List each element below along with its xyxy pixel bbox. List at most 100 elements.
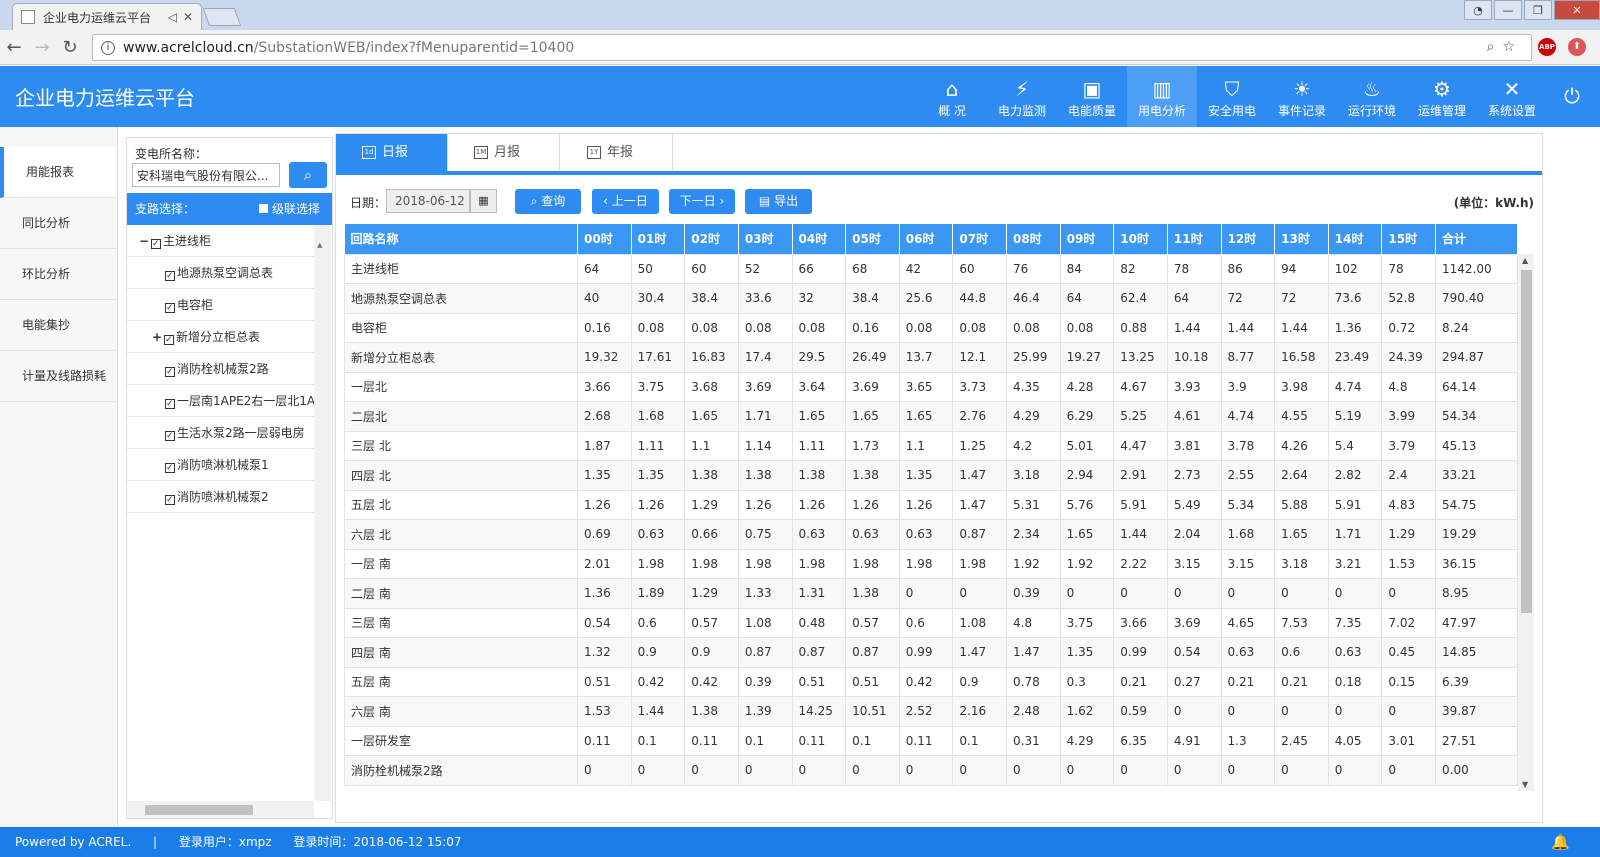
energy-value-cell: 1.71: [737, 401, 793, 432]
reload-icon[interactable]: ↻: [56, 37, 84, 58]
tree-node[interactable]: ✓ 一层南1APE2右一层北1A: [127, 385, 314, 417]
new-tab-button[interactable]: [202, 8, 242, 26]
forward-arrow-icon[interactable]: →: [28, 37, 56, 58]
table-row[interactable]: 二层北 2.68 1.68 1.65 1.71 1.65 1.65 1.65 2.76 4.29 6…: [344, 401, 1518, 432]
tree-horizontal-scrollbar[interactable]: [127, 801, 314, 818]
zoom-search-icon[interactable]: ⌕: [1487, 39, 1503, 55]
table-row[interactable]: 一层 南 2.01 1.98 1.98 1.98 1.98 1.98 1.98 1.98 1.92…: [344, 548, 1518, 579]
scroll-up-icon[interactable]: ▲: [1522, 256, 1528, 265]
table-row[interactable]: 五层 北 1.26 1.26 1.29 1.26 1.26 1.26 1.26 1.47 5.31…: [344, 489, 1518, 520]
checkbox-icon[interactable]: ✓: [165, 367, 175, 377]
table-row[interactable]: 新增分立柜总表 19.32 17.61 16.83 17.4 29.5 26.49 13.7 1…: [344, 342, 1518, 373]
nav-usage-analysis[interactable]: ▥ 用电分析: [1127, 66, 1197, 127]
nav-system-settings[interactable]: ✕ 系统设置: [1477, 66, 1547, 127]
checkbox-icon[interactable]: ✓: [165, 463, 175, 473]
energy-value-cell: 0: [1274, 696, 1329, 727]
nav-event-log[interactable]: ☀ 事件记录: [1267, 66, 1337, 127]
window-close-button[interactable]: ✕: [1554, 0, 1600, 20]
tree-node[interactable]: ✓ 生活水泵2路一层弱电房: [127, 417, 314, 449]
prev-day-button[interactable]: ‹ 上一日: [592, 189, 659, 214]
checkbox-icon[interactable]: ✓: [165, 271, 175, 281]
table-row[interactable]: 三层 南 0.54 0.6 0.57 1.08 0.48 0.57 0.6 1.08 4.8 3.7…: [344, 607, 1518, 638]
nav-electrical-safety[interactable]: ⛉ 安全用电: [1197, 66, 1267, 127]
sidebar-item-energy-report[interactable]: 用能报表: [0, 147, 117, 198]
tree-node[interactable]: + ✓ 新增分立柜总表: [127, 321, 314, 353]
table-row[interactable]: 四层 南 1.32 0.9 0.9 0.87 0.87 0.87 0.99 1.47 1.47 1.…: [344, 637, 1518, 668]
bell-icon[interactable]: 🔔: [1551, 827, 1570, 857]
sidebar-item-yoy[interactable]: 同比分析: [0, 198, 117, 249]
table-row[interactable]: 消防栓机械泵2路 0 0 0 0 0 0 0 0 0 0 0 0 0 0 0 0 0.00: [344, 755, 1518, 786]
browser-tab[interactable]: 企业电力运维云平台 ◁ ✕: [12, 3, 202, 30]
checkbox-icon[interactable]: ✓: [165, 431, 175, 441]
tree-node[interactable]: ✓ 地源热泵空调总表: [127, 257, 314, 289]
table-row[interactable]: 三层 北 1.87 1.11 1.1 1.14 1.11 1.73 1.1 1.25 4.2 5.0…: [344, 430, 1518, 461]
energy-value-cell: 0.57: [845, 607, 900, 638]
expand-icon[interactable]: +: [152, 321, 164, 352]
table-row[interactable]: 一层研发室 0.11 0.1 0.11 0.1 0.11 0.1 0.11 0.1 0.31 4.2…: [344, 725, 1518, 756]
nav-environment[interactable]: ♨ 运行环境: [1337, 66, 1407, 127]
checkbox-icon[interactable]: ✓: [165, 495, 175, 505]
query-button[interactable]: ⌕ 查询: [515, 189, 581, 214]
sidebar-item-line-loss[interactable]: 计量及线路损耗: [0, 351, 117, 402]
adblock-extension-icon[interactable]: ABP: [1538, 38, 1556, 56]
nav-maintenance[interactable]: ⚙ 运维管理: [1407, 66, 1477, 127]
search-button[interactable]: ⌕: [289, 162, 327, 188]
cascade-checkbox[interactable]: [258, 204, 268, 213]
mute-icon[interactable]: ◁: [168, 10, 177, 24]
table-row[interactable]: 地源热泵空调总表 40 30.4 38.4 33.6 32 38.4 25.6 44.8 46.4…: [344, 283, 1518, 314]
minimize-button[interactable]: —: [1494, 0, 1522, 20]
back-arrow-icon[interactable]: ←: [0, 37, 28, 58]
energy-value-cell: 2.04: [1166, 519, 1222, 550]
collapse-icon[interactable]: −: [139, 225, 151, 256]
sidebar-item-meter-reading[interactable]: 电能集抄: [0, 300, 117, 351]
tab-close-icon[interactable]: ✕: [183, 10, 193, 24]
calendar-picker-icon[interactable]: ▦: [470, 189, 497, 213]
table-vertical-scrollbar[interactable]: ▲ ▼: [1518, 254, 1534, 791]
scroll-down-icon[interactable]: ▼: [1522, 780, 1528, 789]
energy-value-cell: 0: [1113, 755, 1168, 786]
restore-button[interactable]: ❐: [1524, 0, 1552, 20]
scroll-up-icon[interactable]: ▲: [317, 241, 328, 253]
tree-node[interactable]: ✓ 消防喷淋机械泵2: [127, 481, 314, 513]
next-day-button[interactable]: 下一日 ›: [669, 189, 735, 214]
tree-node[interactable]: − ✓ 主进线柜: [127, 225, 314, 257]
table-row[interactable]: 五层 南 0.51 0.42 0.42 0.39 0.51 0.51 0.42 0.9 0.78 0…: [344, 666, 1518, 697]
tab-daily[interactable]: 1d 日报: [336, 134, 448, 171]
nav-power-monitoring[interactable]: ⚡ 电力监测: [987, 66, 1057, 127]
table-row[interactable]: 电容柜 0.16 0.08 0.08 0.08 0.08 0.16 0.08 0.08 0.08 0…: [344, 312, 1518, 343]
tab-monthly[interactable]: 1M 月报: [448, 134, 560, 171]
table-row[interactable]: 主进线柜 64 50 60 52 66 68 42 60 76 84 82 78 86 94 102 78 114…: [344, 253, 1518, 284]
table-row[interactable]: 一层北 3.66 3.75 3.68 3.69 3.64 3.69 3.65 3.73 4.35 4…: [344, 371, 1518, 402]
table-row[interactable]: 四层 北 1.35 1.35 1.38 1.38 1.38 1.38 1.35 1.47 3.18…: [344, 460, 1518, 491]
tree-node[interactable]: ✓ 电容柜: [127, 289, 314, 321]
table-row[interactable]: 二层 南 1.36 1.89 1.29 1.33 1.31 1.38 0 0 0.39 0 0 0 0 0 0…: [344, 578, 1518, 609]
power-icon[interactable]: ⏻: [1564, 84, 1580, 108]
table-row[interactable]: 六层 北 0.69 0.63 0.66 0.75 0.63 0.63 0.63 0.87 2.34…: [344, 519, 1518, 550]
substation-select[interactable]: 安科瑞电气股份有限公...: [132, 163, 280, 187]
address-bar[interactable]: i www.acrelcloud.cn/SubstationWEB/index?…: [92, 34, 1532, 61]
nav-overview[interactable]: ⌂ 概 况: [917, 66, 987, 127]
tree-vertical-scrollbar[interactable]: ▲: [314, 225, 331, 801]
site-info-icon[interactable]: i: [101, 40, 115, 55]
checkbox-icon[interactable]: ✓: [165, 399, 175, 409]
energy-value-cell: 1.38: [845, 578, 900, 609]
bookmark-star-icon[interactable]: ☆: [1502, 39, 1523, 55]
scrollbar-thumb[interactable]: [145, 805, 253, 815]
checkbox-icon[interactable]: ✓: [165, 303, 175, 313]
tab-yearly[interactable]: 1Y 年报: [561, 134, 673, 171]
energy-value-cell: 44.8: [952, 283, 1007, 314]
date-input[interactable]: 2018-06-12: [386, 189, 470, 213]
tree-node[interactable]: ✓ 消防喷淋机械泵1: [127, 449, 314, 481]
alarm-light-icon: ☀: [1293, 77, 1311, 101]
extension-upload-icon[interactable]: ⬆: [1568, 38, 1586, 56]
table-row[interactable]: 六层 南 1.53 1.44 1.38 1.39 14.25 10.51 2.52 2.16 2.…: [344, 696, 1518, 727]
export-button[interactable]: ▤ 导出: [745, 189, 812, 214]
nav-power-quality[interactable]: ▣ 电能质量: [1057, 66, 1127, 127]
checkbox-icon[interactable]: ✓: [164, 335, 174, 345]
checkbox-icon[interactable]: ✓: [151, 239, 161, 249]
tree-node[interactable]: ✓ 消防栓机械泵2路: [127, 353, 314, 385]
scrollbar-thumb[interactable]: [1521, 270, 1532, 613]
profile-icon[interactable]: ◔: [1464, 0, 1492, 20]
sidebar-item-mom[interactable]: 环比分析: [0, 249, 117, 300]
cascade-select[interactable]: 级联选择: [258, 193, 320, 225]
